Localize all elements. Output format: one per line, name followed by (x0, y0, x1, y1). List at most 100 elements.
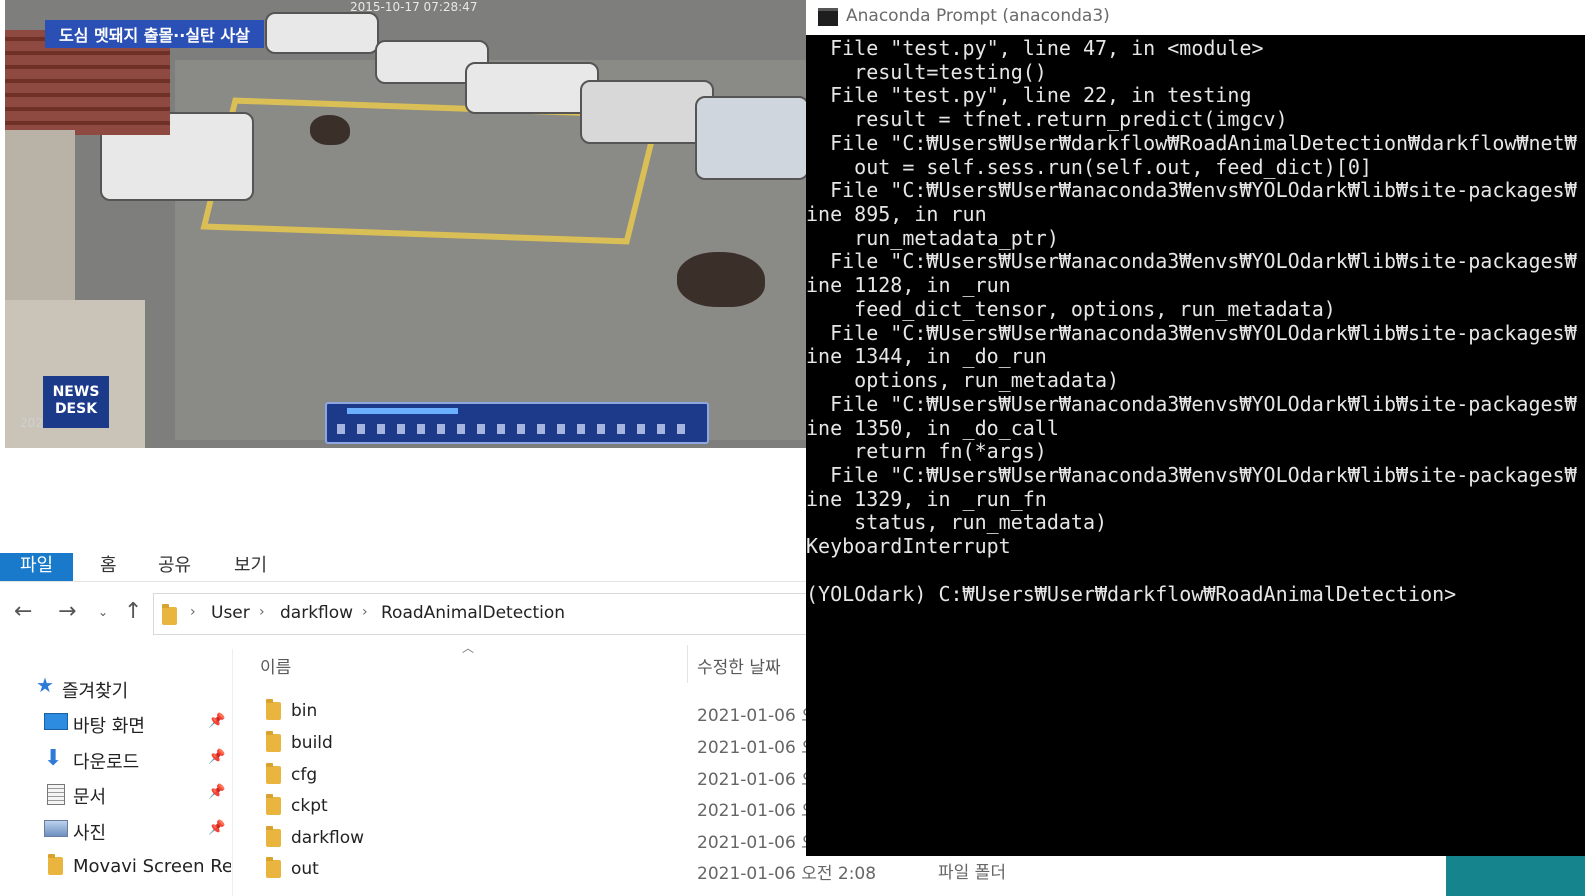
anaconda-prompt-window[interactable]: Anaconda Prompt (anaconda3) File "test.p… (806, 0, 1585, 856)
console-line: File "C:₩Users₩User₩anaconda3₩envs₩YOLOd… (806, 462, 1577, 487)
player-buttons[interactable] (337, 424, 697, 434)
back-arrow-icon[interactable]: ← (14, 599, 32, 624)
console-line: ine 895, in run (806, 202, 987, 227)
up-arrow-icon[interactable]: ↑ (124, 599, 142, 624)
pictures-icon (44, 820, 68, 837)
console-line: KeyboardInterrupt (806, 534, 1011, 559)
tab-view[interactable]: 보기 (234, 553, 267, 581)
console-line: File "C:₩Users₩User₩darkflow₩RoadAnimalD… (806, 130, 1577, 155)
console-line: File "C:₩Users₩User₩anaconda3₩envs₩YOLOd… (806, 249, 1577, 274)
console-line: ine 1344, in _do_run (806, 344, 1047, 369)
pin-icon[interactable]: 📌 (208, 820, 225, 836)
sort-ascending-icon: ︿ (462, 641, 475, 655)
wild-boar (310, 115, 350, 145)
console-title-bar[interactable]: Anaconda Prompt (anaconda3) (806, 0, 1585, 35)
file-row-build[interactable]: build 2021-01-06 오 (262, 730, 822, 760)
console-line: out = self.sess.run(self.out, feed_dict)… (806, 154, 1372, 179)
parked-car (465, 62, 599, 114)
console-line: File "C:₩Users₩User₩anaconda3₩envs₩YOLOd… (806, 178, 1577, 203)
console-title: Anaconda Prompt (anaconda3) (846, 6, 1110, 26)
navigation-pane: ★ 즐겨찾기 바탕 화면 📌 ⬇ 다운로드 📌 문서 📌 사진 📌 Movavi… (0, 661, 232, 896)
console-line: return fn(*args) (806, 439, 1047, 464)
file-date: 2021-01-06 오 (697, 738, 817, 758)
console-window-icon (818, 8, 838, 26)
recent-locations-chevron-icon[interactable]: ⌄ (98, 605, 108, 619)
taskbar-fragment (1446, 856, 1585, 896)
nav-label: 사진 (73, 823, 107, 844)
folder-icon (266, 699, 281, 720)
file-date: 2021-01-06 오 (697, 833, 817, 853)
console-line: ine 1128, in _run (806, 273, 1011, 298)
nav-label: 문서 (73, 787, 107, 808)
nav-label: 바탕 화면 (73, 716, 145, 737)
nav-label: 다운로드 (73, 752, 140, 773)
file-row-ckpt[interactable]: ckpt 2021-01-06 오 (262, 793, 822, 823)
desktop-icon (44, 713, 68, 730)
file-date: 2021-01-06 오 (697, 801, 817, 821)
player-progress-bar[interactable] (347, 408, 458, 414)
console-line: File "test.py", line 22, in testing (806, 83, 1252, 108)
forward-arrow-icon[interactable]: → (58, 599, 76, 624)
breadcrumb-chevron-icon[interactable]: › (259, 604, 265, 620)
folder-icon (48, 854, 63, 880)
folder-icon (266, 857, 281, 878)
file-name: ckpt (291, 796, 328, 816)
pin-icon[interactable]: 📌 (208, 749, 225, 765)
console-line: File "C:₩Users₩User₩anaconda3₩envs₩YOLOd… (806, 320, 1577, 345)
console-line: File "C:₩Users₩User₩anaconda3₩envs₩YOLOd… (806, 391, 1577, 416)
tab-share[interactable]: 공유 (158, 553, 191, 581)
breadcrumb-darkflow[interactable]: darkflow (280, 603, 353, 623)
file-date: 2021-01-06 오 (697, 770, 817, 790)
folder-icon (266, 731, 281, 752)
tab-home[interactable]: 홈 (100, 553, 117, 581)
logo-line-2: DESK (54, 401, 98, 417)
file-date: 2021-01-06 오 (697, 706, 817, 726)
console-line: ine 1329, in _run_fn (806, 486, 1047, 511)
folder-icon (266, 826, 281, 847)
breadcrumb-chevron-icon[interactable]: › (362, 604, 368, 620)
video-player-controls[interactable] (325, 402, 709, 444)
console-line: run_metadata_ptr) (806, 225, 1059, 250)
column-divider[interactable] (687, 645, 688, 683)
video-timestamp: 2015-10-17 07:28:47 (350, 0, 478, 14)
console-line: feed_dict_tensor, options, run_metadata) (806, 296, 1336, 321)
video-frame: 2015-10-17 07:28:47 도심 멧돼지 출몰··실탄 사살 NEW… (5, 0, 806, 448)
folder-icon (266, 794, 281, 815)
nav-label: Movavi Screen Rec (73, 856, 231, 877)
console-output[interactable]: File "test.py", line 47, in <module> res… (806, 37, 1585, 852)
logo-line-1: NEWS (52, 384, 100, 400)
download-arrow-icon: ⬇ (44, 746, 63, 771)
parked-car (265, 12, 379, 54)
nav-movavi[interactable]: Movavi Screen Rec (36, 854, 231, 882)
column-date-modified[interactable]: 수정한 날짜 (697, 653, 781, 678)
file-row-cfg[interactable]: cfg 2021-01-06 오 (262, 762, 822, 792)
column-name[interactable]: 이름 (260, 653, 291, 678)
tab-file[interactable]: 파일 (0, 553, 74, 581)
console-line: File "test.py", line 47, in <module> (806, 37, 1264, 60)
breadcrumb-chevron-icon[interactable]: › (190, 604, 196, 620)
file-date: 2021-01-06 오전 2:08 (697, 864, 877, 884)
file-type: 파일 폴더 (938, 863, 1006, 883)
file-row-bin[interactable]: bin 2021-01-06 오 (262, 698, 822, 728)
nav-label: 즐겨찾기 (62, 681, 129, 702)
file-row-out[interactable]: out 2021-01-06 오전 2:08 (262, 856, 876, 886)
console-line: (YOLOdark) C:₩Users₩User₩darkflow₩RoadAn… (806, 581, 1457, 606)
star-icon: ★ (36, 673, 54, 697)
navigation-bar: ← → ⌄ ↑ › User › darkflow › RoadAnimalDe… (0, 589, 813, 639)
pin-icon[interactable]: 📌 (208, 784, 225, 800)
ribbon-tabs: 파일 홈 공유 보기 (0, 553, 806, 582)
parked-car (695, 96, 806, 180)
file-name: build (291, 733, 333, 753)
breadcrumb-roadanimaldetection[interactable]: RoadAnimalDetection (381, 603, 565, 623)
folder-icon (162, 604, 177, 625)
pin-icon[interactable]: 📌 (208, 713, 225, 729)
file-name: out (291, 859, 319, 879)
document-icon (47, 784, 65, 805)
address-bar[interactable]: › User › darkflow › RoadAnimalDetection (153, 593, 813, 635)
parked-car (580, 80, 714, 144)
console-line: ine 1350, in _do_call (806, 415, 1059, 440)
file-explorer: 파일 홈 공유 보기 ← → ⌄ ↑ › User › darkflow › R… (0, 553, 876, 896)
file-row-darkflow[interactable]: darkflow 2021-01-06 오 (262, 825, 822, 855)
breadcrumb-user[interactable]: User (211, 603, 250, 623)
